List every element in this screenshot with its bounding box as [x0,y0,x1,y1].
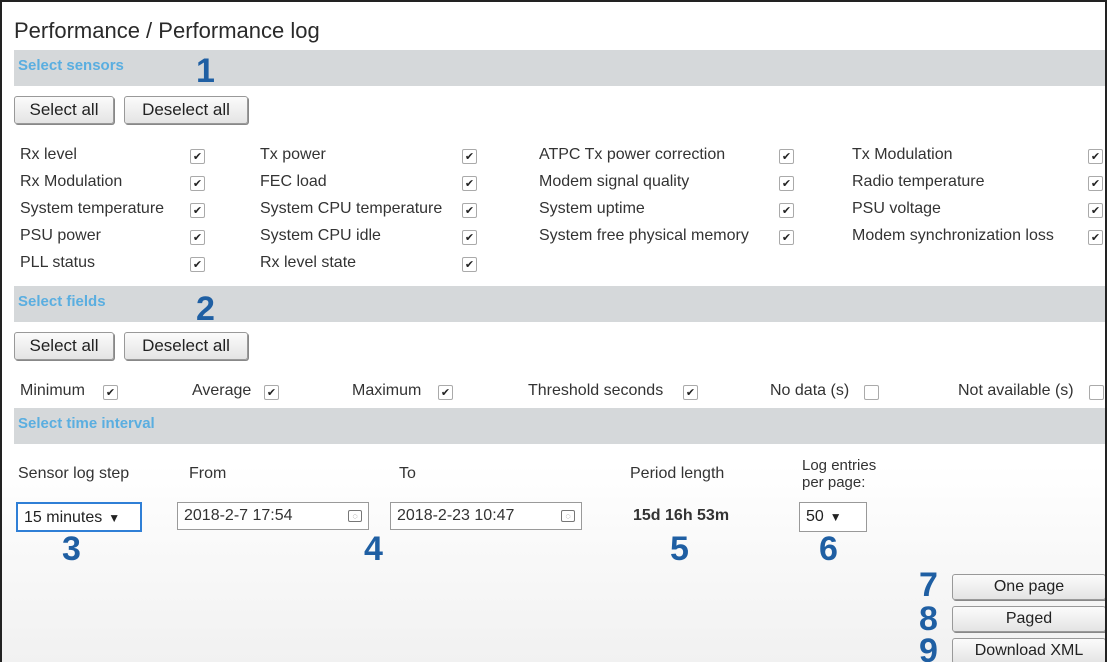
section-header-sensors: Select sensors [14,50,1105,86]
period-length-value: 15d 16h 53m [633,507,730,524]
from-date-value: 2018-2-7 17:54 [184,507,293,524]
to-date-value: 2018-2-23 10:47 [397,507,515,524]
sensor-checkbox[interactable] [190,257,205,272]
sensor-checkbox[interactable] [779,230,794,245]
sensor-checkbox[interactable] [1088,230,1103,245]
sensor-label: Modem synchronization loss [852,227,1054,244]
step-number-5: 5 [670,530,689,568]
sensor-label: Rx level [20,146,77,163]
to-label: To [399,465,416,482]
sensor-checkbox[interactable] [190,230,205,245]
log-entries-per-page-select[interactable]: 50 ▼ [799,502,867,532]
sensor-label: PLL status [20,254,96,271]
sensor-label: Modem signal quality [539,173,690,190]
field-label: Minimum [20,382,85,399]
calendar-icon[interactable]: ◌ [348,510,362,522]
to-date-input[interactable]: 2018-2-23 10:47 ◌ [390,502,582,530]
field-checkbox[interactable] [683,385,698,400]
sensor-checkbox[interactable] [1088,149,1103,164]
one-page-button[interactable]: One page [952,574,1105,600]
step-number-4: 4 [364,530,383,568]
from-label: From [189,465,227,482]
chevron-down-icon: ▼ [829,510,842,524]
log-entries-label-line2: per page: [802,474,866,491]
sensor-checkbox[interactable] [779,203,794,218]
calendar-icon[interactable]: ◌ [561,510,575,522]
sensor-label: Rx Modulation [20,173,123,190]
period-length-label: Period length [630,465,725,482]
sensors-select-all-button[interactable]: Select all [14,96,114,124]
sensor-label: Rx level state [260,254,357,271]
sensor-checkbox[interactable] [190,203,205,218]
sensor-checkbox[interactable] [462,257,477,272]
sensor-checkbox[interactable] [462,176,477,191]
step-number-1: 1 [196,52,215,90]
sensor-checkbox[interactable] [779,149,794,164]
sensor-label: System free physical memory [539,227,749,244]
sensor-label: System uptime [539,200,645,217]
sensor-log-step-select[interactable]: 15 minutes ▼ [16,502,142,532]
field-checkbox[interactable] [438,385,453,400]
field-label: Not available (s) [958,382,1074,399]
section-header-time-interval: Select time interval [14,408,1105,444]
field-checkbox[interactable] [864,385,879,400]
sensors-deselect-all-button[interactable]: Deselect all [124,96,248,124]
performance-log-panel: Performance / Performance log Select sen… [0,0,1107,662]
sensor-checkbox[interactable] [462,149,477,164]
step-number-6: 6 [819,530,838,568]
section-header-fields: Select fields [14,286,1105,322]
fields-deselect-all-button[interactable]: Deselect all [124,332,248,360]
sensor-label: PSU voltage [852,200,941,217]
sensor-checkbox[interactable] [190,149,205,164]
page-title: Performance / Performance log [14,18,320,43]
step-number-7: 7 [919,566,938,604]
download-xml-button[interactable]: Download XML [952,638,1105,662]
sensor-label: ATPC Tx power correction [539,146,726,163]
sensor-label: Radio temperature [852,173,985,190]
sensor-label: System temperature [20,200,165,217]
log-entries-value: 50 [806,508,824,525]
sensor-checkbox[interactable] [1088,176,1103,191]
sensor-checkbox[interactable] [462,230,477,245]
sensor-checkbox[interactable] [462,203,477,218]
paged-button[interactable]: Paged [952,606,1105,632]
field-checkbox[interactable] [1089,385,1104,400]
log-entries-label-line1: Log entries [802,457,877,474]
sensor-checkbox[interactable] [779,176,794,191]
field-label: Average [192,382,252,399]
step-number-3: 3 [62,530,81,568]
sensor-checkbox[interactable] [1088,203,1103,218]
field-label: Maximum [352,382,422,399]
sensor-log-step-value: 15 minutes [24,509,103,526]
step-number-9: 9 [919,632,938,662]
sensor-label: System CPU idle [260,227,381,244]
step-number-2: 2 [196,290,215,328]
step-number-8: 8 [919,600,938,638]
sensor-label: Tx Modulation [852,146,953,163]
field-label: No data (s) [770,382,850,399]
field-checkbox[interactable] [103,385,118,400]
sensor-label: System CPU temperature [260,200,443,217]
field-checkbox[interactable] [264,385,279,400]
field-label: Threshold seconds [528,382,664,399]
chevron-down-icon: ▼ [108,511,121,525]
from-date-input[interactable]: 2018-2-7 17:54 ◌ [177,502,369,530]
sensor-label: FEC load [260,173,327,190]
sensor-label: Tx power [260,146,326,163]
sensor-checkbox[interactable] [190,176,205,191]
sensor-log-step-label: Sensor log step [18,465,130,482]
fields-select-all-button[interactable]: Select all [14,332,114,360]
sensor-label: PSU power [20,227,101,244]
